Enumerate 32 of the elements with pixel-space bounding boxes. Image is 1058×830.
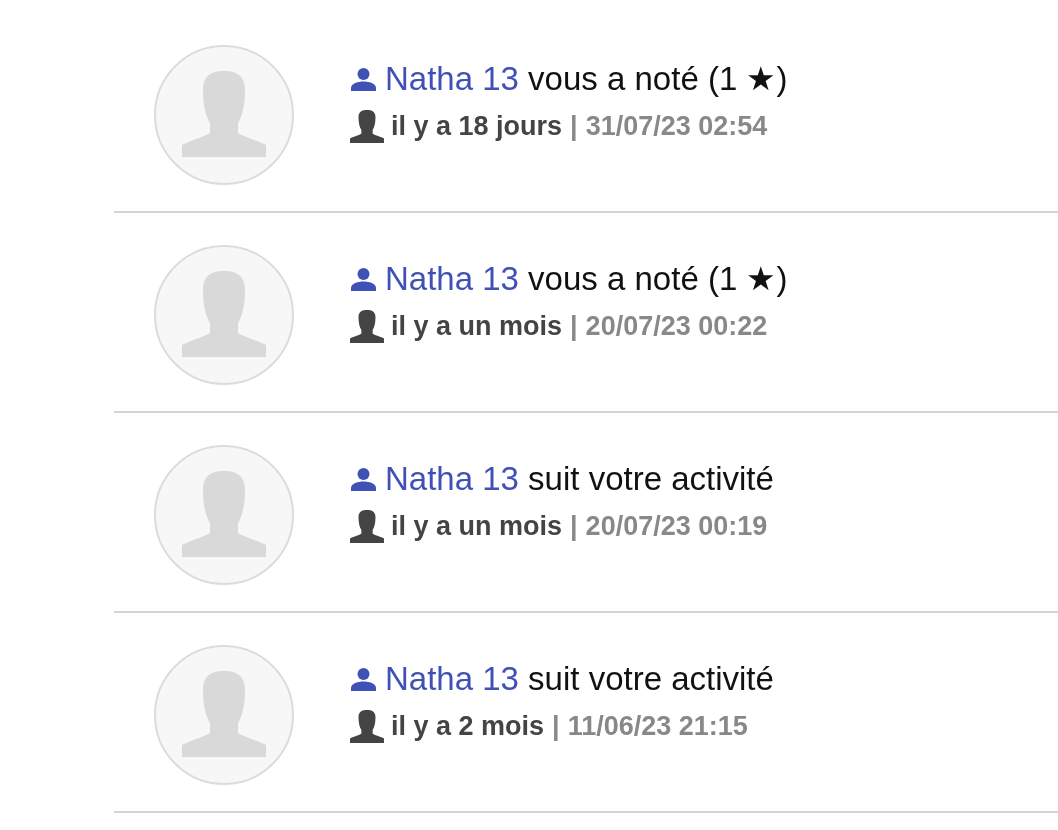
relative-time: il y a un mois (391, 310, 563, 343)
notification-text: Natha 13 vous a noté (1 ★) (385, 259, 788, 299)
avatar-silhouette-icon (154, 645, 294, 785)
avatar-silhouette-icon (154, 245, 294, 385)
person-silhouette-icon (350, 709, 384, 743)
person-icon (350, 267, 377, 291)
separator-text: | (570, 110, 578, 143)
timestamp: 20/07/23 00:22 (585, 310, 768, 343)
person-icon (350, 67, 377, 91)
person-silhouette-icon (350, 509, 384, 543)
person-icon (350, 667, 377, 691)
user-link[interactable]: Natha 13 (385, 260, 519, 297)
timestamp: 11/06/23 21:15 (567, 710, 748, 743)
person-icon (350, 467, 377, 491)
timestamp: 20/07/23 00:19 (585, 510, 768, 543)
avatar-silhouette-icon (154, 445, 294, 585)
avatar-silhouette-icon (154, 45, 294, 185)
person-silhouette-icon (350, 109, 384, 143)
separator-text: | (570, 510, 578, 543)
relative-time: il y a 2 mois (391, 710, 545, 743)
timestamp: 31/07/23 02:54 (585, 110, 768, 143)
separator-text: | (552, 710, 560, 743)
user-link[interactable]: Natha 13 (385, 660, 519, 697)
separator-text: | (570, 310, 578, 343)
user-link[interactable]: Natha 13 (385, 60, 519, 97)
relative-time: il y a 18 jours (391, 110, 563, 143)
notification-text: Natha 13 suit votre activité (385, 659, 774, 699)
user-link[interactable]: Natha 13 (385, 460, 519, 497)
notification-text: Natha 13 suit votre activité (385, 459, 774, 499)
notification-text: Natha 13 vous a noté (1 ★) (385, 59, 788, 99)
person-silhouette-icon (350, 309, 384, 343)
relative-time: il y a un mois (391, 510, 563, 543)
